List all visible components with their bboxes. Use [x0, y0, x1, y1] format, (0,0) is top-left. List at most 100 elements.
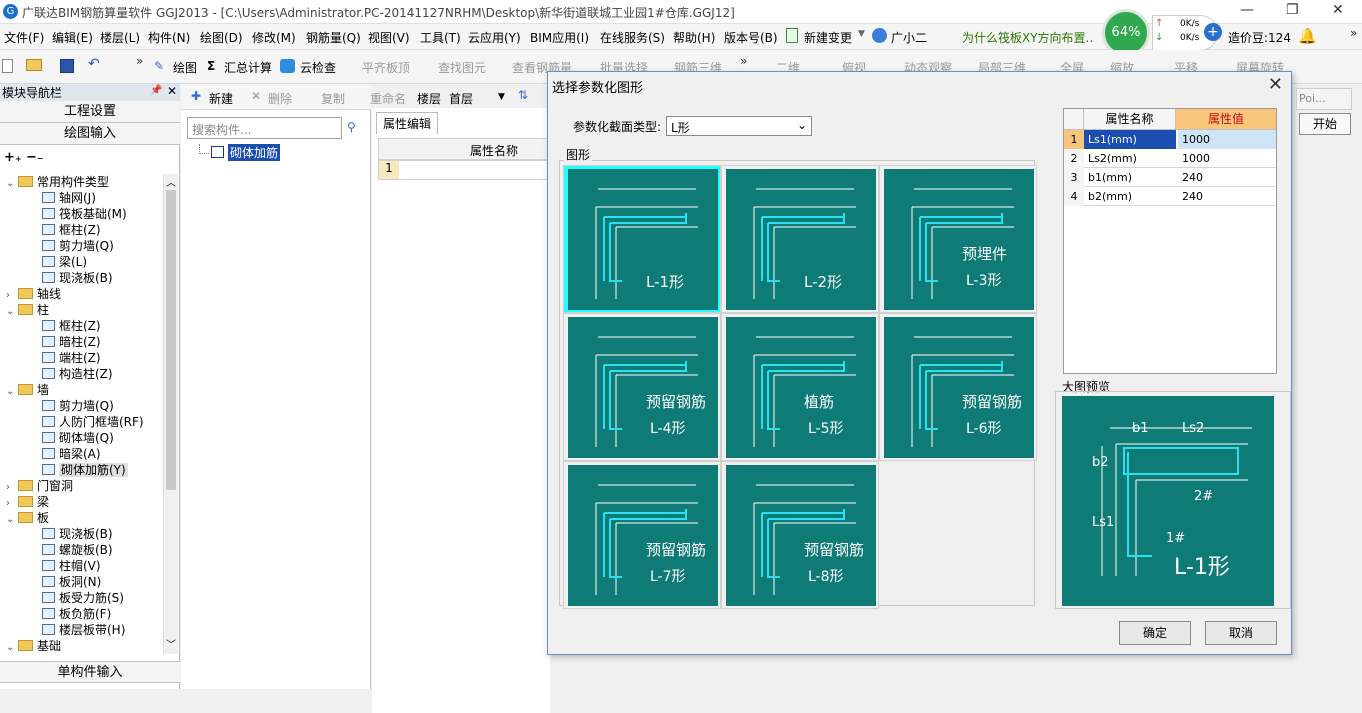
tree-item[interactable]: 砌体加筋(Y): [42, 462, 128, 478]
menu-assistant[interactable]: 广小二: [891, 29, 927, 46]
shape-tile[interactable]: 植筋 L-5形: [721, 313, 879, 461]
tree-folder[interactable]: ⌄ 柱: [6, 302, 49, 318]
expand-chevron-icon[interactable]: ⌄: [6, 176, 16, 192]
shape-tile[interactable]: L-2形: [721, 165, 879, 313]
nav-drawing-input[interactable]: 绘图输入: [0, 123, 180, 145]
param-value[interactable]: 1000: [1178, 149, 1276, 168]
search-input[interactable]: 搜索构件...: [187, 117, 342, 139]
shape-tile[interactable]: 预留钢筋 L-7形: [563, 461, 721, 609]
param-value[interactable]: 240: [1178, 187, 1276, 206]
news-ticker[interactable]: 为什么筏板XY方向布置..: [962, 29, 1093, 46]
close-window-button[interactable]: ✕: [1332, 2, 1344, 18]
collapse-all-icon[interactable]: −₋: [26, 150, 44, 165]
maximize-button[interactable]: ❐: [1286, 2, 1299, 18]
expand-all-icon[interactable]: +₊: [4, 150, 22, 165]
right-panel-tab[interactable]: Poi...: [1296, 88, 1352, 110]
expand-chevron-icon[interactable]: ⌄: [6, 384, 16, 400]
floor-dropdown-icon[interactable]: ▼: [498, 92, 505, 102]
menu-draw[interactable]: 绘图(D): [200, 29, 243, 46]
tree-folder[interactable]: › 轴线: [6, 286, 61, 302]
copy-button[interactable]: 复制: [321, 90, 345, 107]
tree-item[interactable]: 梁(L): [42, 254, 87, 270]
nav-close-icon[interactable]: ✕: [167, 84, 177, 98]
bell-icon[interactable]: 🔔: [1298, 27, 1317, 45]
tree-item[interactable]: 楼层板带(H): [42, 622, 125, 638]
param-name[interactable]: Ls1(mm): [1084, 130, 1176, 149]
menu-component[interactable]: 构件(N): [148, 29, 190, 46]
parameter-row[interactable]: 4 b2(mm) 240: [1064, 187, 1276, 206]
tree-item[interactable]: 现浇板(B): [42, 270, 113, 286]
search-icon[interactable]: ⚲: [347, 120, 356, 134]
tree-folder[interactable]: › 梁: [6, 494, 49, 510]
prop-row-1[interactable]: [378, 160, 550, 180]
tree-item[interactable]: 板负筋(F): [42, 606, 111, 622]
minimize-button[interactable]: —: [1240, 2, 1254, 18]
tool-find-element[interactable]: 查找图元: [438, 59, 486, 76]
tool-summary-calc[interactable]: 汇总计算: [224, 59, 272, 76]
menu-edit[interactable]: 编辑(E): [52, 29, 93, 46]
expand-chevron-icon[interactable]: ⌄: [6, 640, 16, 654]
tree-folder[interactable]: ⌄ 板: [6, 510, 49, 526]
tree-folder[interactable]: › 门窗洞: [6, 478, 73, 494]
expand-chevron-icon[interactable]: ⌄: [6, 304, 16, 320]
tree-item[interactable]: 框柱(Z): [42, 222, 101, 238]
shape-tile[interactable]: 预埋件 L-3形: [879, 165, 1037, 313]
tree-item[interactable]: 端柱(Z): [42, 350, 101, 366]
scroll-thumb[interactable]: [166, 190, 176, 490]
section-type-select[interactable]: L形 ⌄: [666, 116, 812, 136]
more-chevron-icon[interactable]: »: [1350, 26, 1357, 40]
menu-online[interactable]: 在线服务(S): [600, 29, 665, 46]
start-button[interactable]: 开始: [1299, 113, 1351, 135]
add-icon[interactable]: +: [1204, 23, 1222, 41]
menu-modify[interactable]: 修改(M): [252, 29, 296, 46]
open-folder-icon[interactable]: [26, 59, 42, 71]
new-button[interactable]: 新建: [209, 90, 233, 107]
component-item[interactable]: 砌体加筋: [228, 144, 281, 161]
sort-icon[interactable]: ⇅: [518, 88, 528, 102]
ok-button[interactable]: 确定: [1119, 621, 1191, 645]
menu-version[interactable]: 版本号(B): [724, 29, 778, 46]
param-name[interactable]: b1(mm): [1084, 168, 1176, 187]
tree-folder[interactable]: ⌄ 基础: [6, 638, 61, 654]
scroll-down-icon[interactable]: ﹀: [166, 636, 176, 651]
parameter-row[interactable]: 3 b1(mm) 240: [1064, 168, 1276, 187]
tree-item[interactable]: 暗柱(Z): [42, 334, 101, 350]
param-name[interactable]: b2(mm): [1084, 187, 1176, 206]
tree-item[interactable]: 框柱(Z): [42, 318, 101, 334]
menu-help[interactable]: 帮助(H): [673, 29, 715, 46]
tree-item[interactable]: 板受力筋(S): [42, 590, 124, 606]
param-value[interactable]: 240: [1178, 168, 1276, 187]
save-icon[interactable]: [60, 59, 74, 73]
dialog-close-button[interactable]: ✕: [1268, 74, 1283, 95]
tree-item[interactable]: 剪力墙(Q): [42, 398, 114, 414]
expand-chevron-icon[interactable]: ⌄: [6, 512, 16, 528]
parameter-row[interactable]: 1 Ls1(mm) 1000: [1064, 130, 1276, 149]
menu-new-change[interactable]: 新建变更: [804, 29, 852, 46]
param-value[interactable]: 1000: [1178, 130, 1276, 149]
parameter-row[interactable]: 2 Ls2(mm) 1000: [1064, 149, 1276, 168]
tree-item[interactable]: 筏板基础(M): [42, 206, 127, 222]
menu-floor[interactable]: 楼层(L): [100, 29, 140, 46]
menu-rebar-qty[interactable]: 钢筋量(Q): [306, 29, 361, 46]
new-file-icon[interactable]: [2, 59, 13, 73]
tree-item[interactable]: 现浇板(B): [42, 526, 113, 542]
param-name[interactable]: Ls2(mm): [1084, 149, 1176, 168]
tree-item[interactable]: 砌体墙(Q): [42, 430, 114, 446]
pin-icon[interactable]: 📌: [150, 85, 162, 96]
menu-cloud[interactable]: 云应用(Y): [468, 29, 521, 46]
cancel-button[interactable]: 取消: [1205, 621, 1277, 645]
toolbar-more-icon[interactable]: »: [136, 54, 143, 68]
tree-item[interactable]: 剪力墙(Q): [42, 238, 114, 254]
tree-folder[interactable]: ⌄ 墙: [6, 382, 49, 398]
shape-tile[interactable]: L-1形: [563, 165, 721, 313]
tool-cloud-check[interactable]: 云检查: [300, 59, 336, 76]
tree-item[interactable]: 螺旋板(B): [42, 542, 113, 558]
tree-item[interactable]: 轴网(J): [42, 190, 96, 206]
tree-item[interactable]: 暗梁(A): [42, 446, 101, 462]
prop-tab[interactable]: 属性编辑: [376, 112, 439, 134]
rename-button[interactable]: 重命名: [370, 90, 406, 107]
tree-item[interactable]: 构造柱(Z): [42, 366, 113, 382]
tool-align-slab-top[interactable]: 平齐板顶: [362, 59, 410, 76]
tree-item[interactable]: 人防门框墙(RF): [42, 414, 144, 430]
tool-draw[interactable]: 绘图: [173, 59, 197, 76]
